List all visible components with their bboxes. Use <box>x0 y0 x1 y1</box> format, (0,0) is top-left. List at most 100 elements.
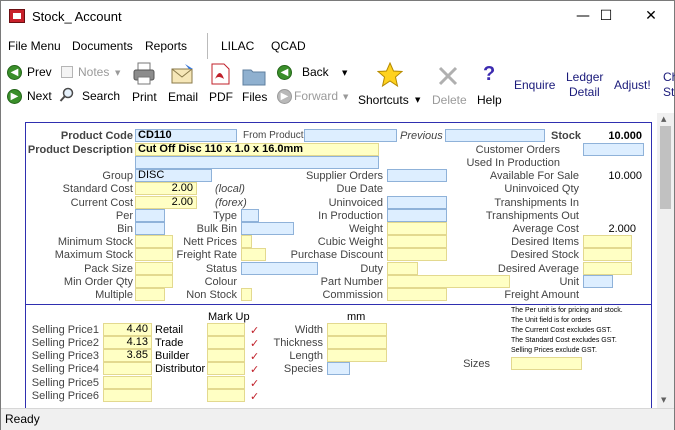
delete-button[interactable]: Delete <box>432 93 467 107</box>
freight-rate-field[interactable] <box>241 248 266 261</box>
type-field[interactable] <box>241 209 259 222</box>
product-description-label: Product Description <box>27 144 133 156</box>
status-field[interactable] <box>241 262 318 275</box>
notes-button[interactable]: Notes <box>78 65 109 79</box>
markup5-check-icon: ✓ <box>250 377 260 390</box>
cubic-weight-field[interactable] <box>387 235 447 248</box>
customer-orders-field[interactable] <box>583 143 644 156</box>
adjust-button[interactable]: Adjust! <box>614 78 651 92</box>
shortcuts-button[interactable]: Shortcuts <box>358 93 409 107</box>
width-field[interactable] <box>327 323 387 336</box>
product-code-field[interactable]: CD110 <box>135 129 237 142</box>
markup4-field[interactable] <box>207 362 245 375</box>
product-description-field[interactable]: Cut Off Disc 110 x 1.0 x 16.0mm <box>135 143 379 156</box>
product-description-line2[interactable] <box>135 156 379 169</box>
current-cost-field[interactable]: 2.00 <box>135 196 197 209</box>
menu-documents[interactable]: Documents <box>72 39 133 53</box>
standard-cost-field[interactable]: 2.00 <box>135 182 197 195</box>
from-product-field[interactable] <box>304 129 397 142</box>
vertical-scrollbar[interactable]: ▲ ▼ <box>657 113 674 408</box>
scroll-up-icon[interactable]: ▲ <box>661 115 666 123</box>
menu-file[interactable]: File Menu <box>8 39 61 53</box>
nett-prices-checkbox[interactable] <box>241 235 252 248</box>
group-label: Group <box>102 170 133 182</box>
menu-reports[interactable]: Reports <box>145 39 187 53</box>
selling-price5-field[interactable] <box>103 376 152 389</box>
purchase-discount-field[interactable] <box>387 248 447 261</box>
markup5-field[interactable] <box>207 376 245 389</box>
star-icon <box>376 61 404 88</box>
bulk-bin-field[interactable] <box>241 222 294 235</box>
previous-field[interactable] <box>445 129 545 142</box>
species-field[interactable] <box>327 362 350 375</box>
selling-price2-field[interactable]: 4.13 <box>103 336 152 349</box>
search-icon <box>59 87 75 103</box>
desired-items-field[interactable] <box>583 235 632 248</box>
enquire-button[interactable]: Enquire <box>514 78 555 92</box>
forward-button[interactable]: Forward <box>294 89 338 103</box>
pack-size-field[interactable] <box>135 262 173 275</box>
change-stock-button-line1[interactable]: Ch <box>663 70 675 84</box>
email-button[interactable]: Email <box>168 90 198 104</box>
standard-cost-label: Standard Cost <box>62 183 133 195</box>
multiple-field[interactable] <box>135 288 165 301</box>
weight-field[interactable] <box>387 222 447 235</box>
in-production-field[interactable] <box>387 209 447 222</box>
selling-price4-field[interactable] <box>103 362 152 375</box>
next-button[interactable]: Next <box>27 89 52 103</box>
selling-price6-field[interactable] <box>103 389 152 402</box>
back-dropdown-icon[interactable]: ▼ <box>342 69 347 77</box>
commission-field[interactable] <box>387 288 447 301</box>
bin-field[interactable] <box>135 222 165 235</box>
minimum-stock-field[interactable] <box>135 235 173 248</box>
notes-dropdown-icon[interactable]: ▼ <box>115 69 120 77</box>
markup6-field[interactable] <box>207 389 245 402</box>
group-field[interactable]: DISC <box>135 169 212 182</box>
part-number-field[interactable] <box>387 275 510 288</box>
ledger-detail-button-line2[interactable]: Detail <box>569 85 600 99</box>
menu-qcad[interactable]: QCAD <box>271 39 306 53</box>
selling-price3-field[interactable]: 3.85 <box>103 349 152 362</box>
print-button[interactable]: Print <box>132 90 157 104</box>
maximum-stock-field[interactable] <box>135 248 173 261</box>
markup2-field[interactable] <box>207 336 245 349</box>
help-button[interactable]: Help <box>477 93 502 107</box>
menu-lilac[interactable]: LILAC <box>221 39 254 53</box>
markup1-field[interactable] <box>207 323 245 336</box>
duty-field[interactable] <box>387 262 418 275</box>
change-stock-button-line2[interactable]: St <box>663 85 674 99</box>
note-unit-field: The Unit field is for orders <box>511 317 592 324</box>
notes-icon <box>61 66 73 78</box>
commission-label: Commission <box>322 289 383 301</box>
desired-average-field[interactable] <box>583 262 632 275</box>
supplier-orders-field[interactable] <box>387 169 447 182</box>
multiple-label: Multiple <box>95 289 133 301</box>
search-button[interactable]: Search <box>82 89 120 103</box>
prev-button[interactable]: Prev <box>27 65 52 79</box>
thickness-field[interactable] <box>327 336 387 349</box>
min-order-qty-field[interactable] <box>135 275 173 288</box>
scroll-down-icon[interactable]: ▼ <box>661 396 666 404</box>
sizes-field[interactable] <box>511 357 582 370</box>
ledger-detail-button-line1[interactable]: Ledger <box>566 70 603 84</box>
selling-price1-field[interactable]: 4.40 <box>103 323 152 336</box>
markup3-field[interactable] <box>207 349 245 362</box>
selling-price6-label: Selling Price6 <box>31 390 99 402</box>
per-field[interactable] <box>135 209 165 222</box>
desired-stock-field[interactable] <box>583 248 632 261</box>
pdf-button[interactable]: PDF <box>209 90 233 104</box>
uninvoiced-field[interactable] <box>387 196 447 209</box>
shortcuts-dropdown-icon[interactable]: ▼ <box>415 96 420 104</box>
maximize-button[interactable]: ☐ <box>583 1 629 32</box>
unit-field[interactable] <box>583 275 613 288</box>
markup4-check-icon: ✓ <box>250 363 260 376</box>
files-button[interactable]: Files <box>242 90 267 104</box>
close-button[interactable]: ✕ <box>628 1 674 32</box>
back-button[interactable]: Back <box>302 65 329 79</box>
length-field[interactable] <box>327 349 387 362</box>
non-stock-checkbox[interactable] <box>241 288 252 301</box>
type-label: Type <box>213 210 237 222</box>
prev-arrow-icon: ◀ <box>7 65 22 80</box>
scroll-thumb[interactable] <box>660 126 671 209</box>
forward-dropdown-icon[interactable]: ▼ <box>343 93 348 101</box>
